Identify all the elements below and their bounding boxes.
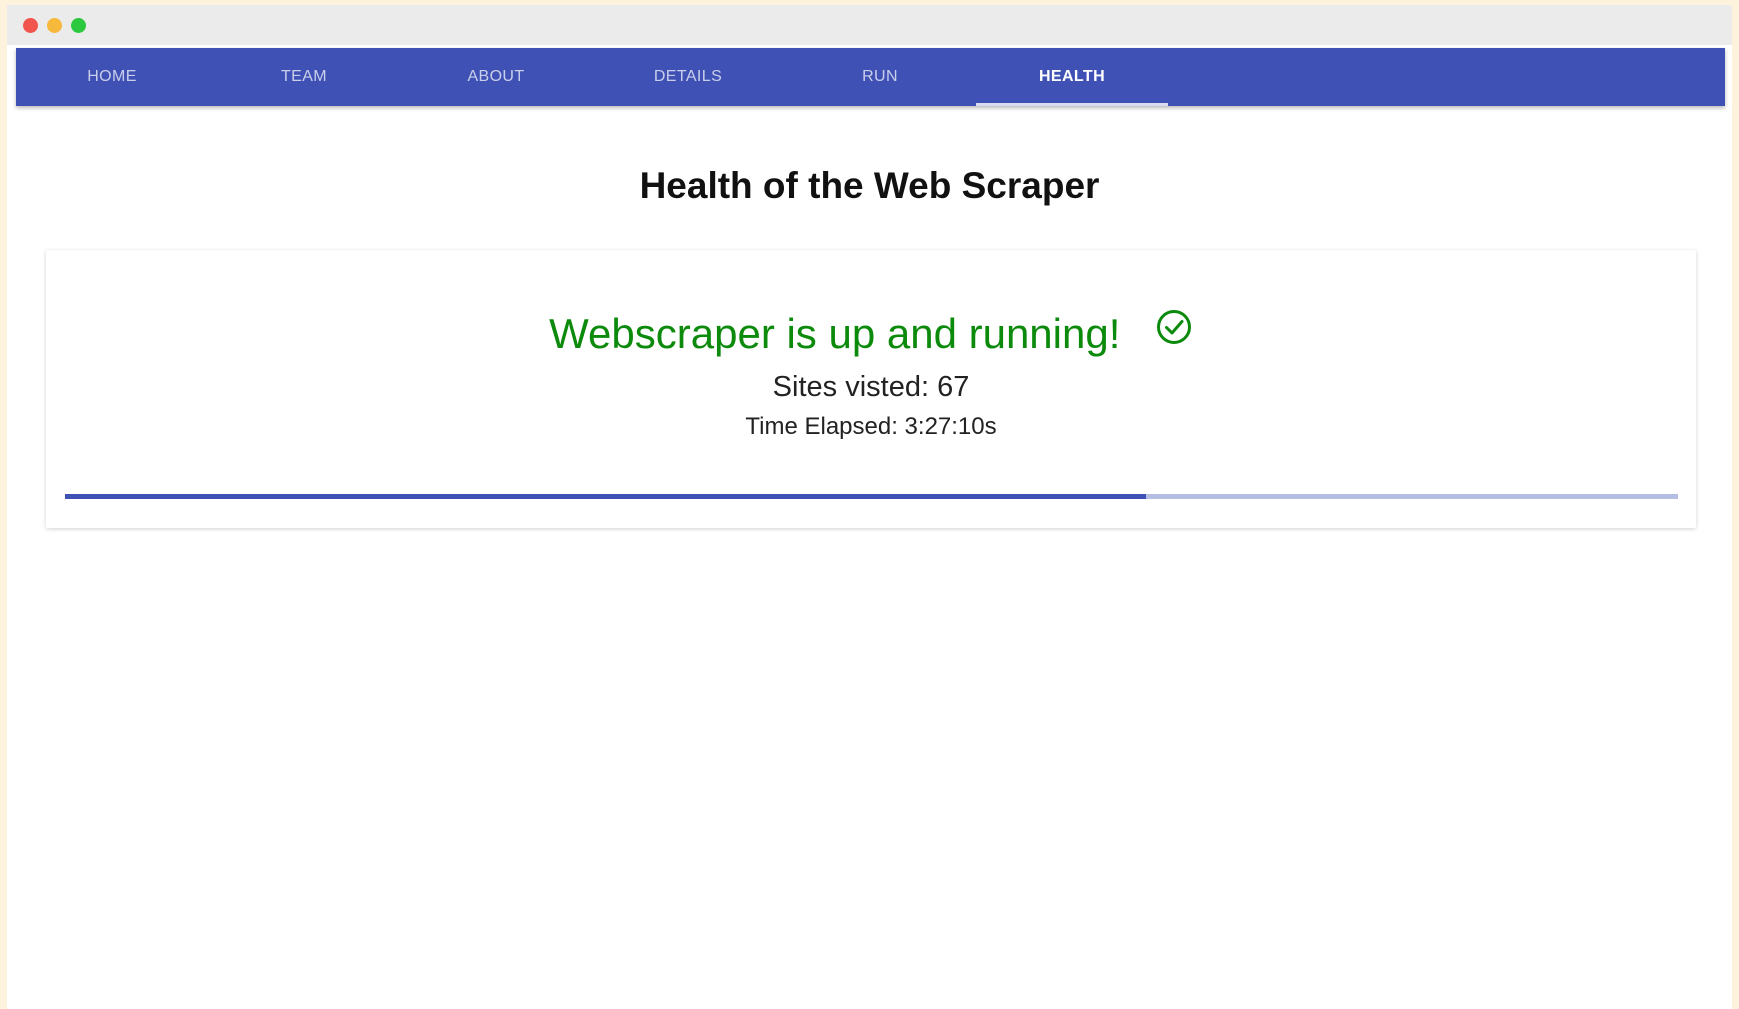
close-window-button[interactable] — [23, 18, 38, 33]
tab-run[interactable]: RUN — [784, 48, 976, 106]
check-circle-icon — [1156, 310, 1191, 344]
tab-label: HOME — [87, 68, 137, 85]
tab-label: RUN — [862, 68, 898, 85]
top-navbar: HOME TEAM ABOUT DETAILS RUN HEALTH — [16, 48, 1725, 106]
minimize-window-button[interactable] — [47, 18, 62, 33]
tab-about[interactable]: ABOUT — [400, 48, 592, 106]
browser-window: HOME TEAM ABOUT DETAILS RUN HEALTH Healt… — [7, 5, 1732, 1009]
health-status-card: Webscraper is up and running! Sites vist… — [46, 250, 1696, 528]
tab-label: ABOUT — [467, 68, 525, 85]
window-titlebar — [7, 5, 1732, 45]
tab-details[interactable]: DETAILS — [592, 48, 784, 106]
tab-home[interactable]: HOME — [16, 48, 208, 106]
tab-label: HEALTH — [1038, 68, 1106, 85]
progress-bar — [65, 494, 1678, 499]
tab-label: TEAM — [280, 68, 328, 85]
status-message: Webscraper is up and running! — [549, 310, 1121, 357]
maximize-window-button[interactable] — [71, 18, 86, 33]
tab-team[interactable]: TEAM — [208, 48, 400, 106]
tab-health[interactable]: HEALTH — [976, 48, 1168, 106]
sites-visited-text: Sites visted: 67 — [772, 371, 970, 403]
progress-bar-fill — [65, 494, 1146, 499]
time-elapsed-text: Time Elapsed: 3:27:10s — [745, 413, 997, 440]
tab-label: DETAILS — [653, 68, 723, 85]
status-row: Webscraper is up and running! — [46, 310, 1696, 358]
page-title: Health of the Web Scraper — [639, 165, 1100, 206]
